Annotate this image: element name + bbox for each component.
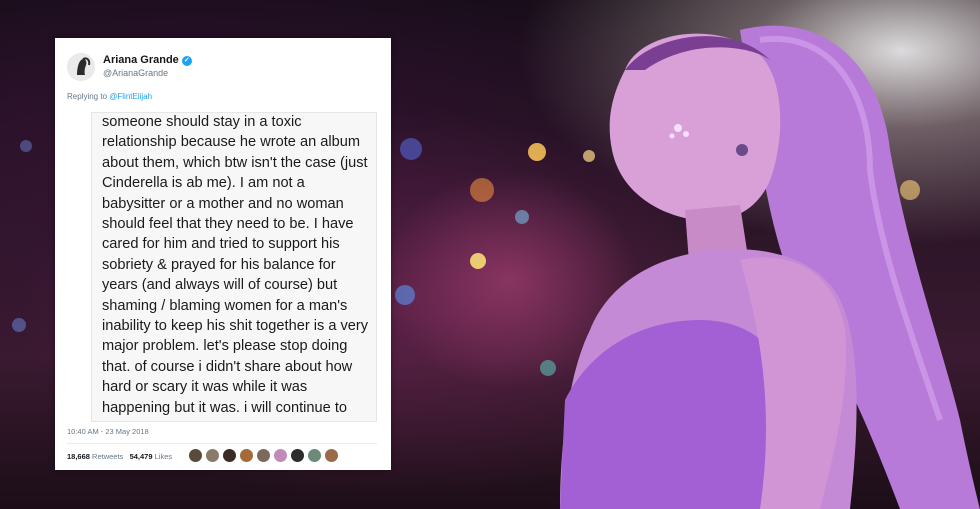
liker-avatar[interactable] [324,448,339,463]
tweet-card: Ariana Grande ✓ @ArianaGrande Replying to… [55,38,391,470]
replying-to: Replying to @FlintElijah [67,92,152,101]
replying-prefix: Replying to [67,92,108,101]
bokeh-light [20,140,32,152]
liker-avatar[interactable] [273,448,288,463]
retweets-count: 18,668 [67,452,90,461]
liker-avatar[interactable] [222,448,237,463]
retweets-label: Retweets [92,452,124,461]
tweet-timestamp[interactable]: 10:40 AM - 23 May 2018 [67,427,149,436]
liker-avatar[interactable] [188,448,203,463]
likes-count: 54,479 [129,452,153,461]
liker-avatar[interactable] [205,448,220,463]
tweet-body-text: someone should stay in a toxic relations… [102,114,369,421]
avatar-silhouette-icon [67,53,95,81]
tweet-header: Ariana Grande ✓ @ArianaGrande [67,52,377,82]
divider [67,443,377,444]
retweets-stat[interactable]: 18,668 Retweets [67,452,123,461]
replying-to-link[interactable]: @FlintElijah [109,92,152,101]
liker-avatar[interactable] [290,448,305,463]
user-handle[interactable]: @ArianaGrande [103,68,168,78]
liker-avatar[interactable] [307,448,322,463]
bokeh-light [400,138,422,160]
tweet-text-image[interactable]: someone should stay in a toxic relations… [91,112,377,422]
likes-label: Likes [154,452,173,461]
liker-avatar[interactable] [256,448,271,463]
profile-avatar[interactable] [67,53,95,81]
liker-avatars [188,448,339,463]
performer-photo [560,25,980,509]
bokeh-light [12,318,26,332]
liker-avatar[interactable] [239,448,254,463]
verified-badge-icon: ✓ [181,56,192,66]
display-name[interactable]: Ariana Grande ✓ [103,54,192,66]
tweet-stats: 18,668 Retweets 54,479 Likes [67,452,172,461]
likes-stat[interactable]: 54,479 Likes [130,452,173,461]
bokeh-light [395,285,415,305]
display-name-text: Ariana Grande [103,54,179,66]
